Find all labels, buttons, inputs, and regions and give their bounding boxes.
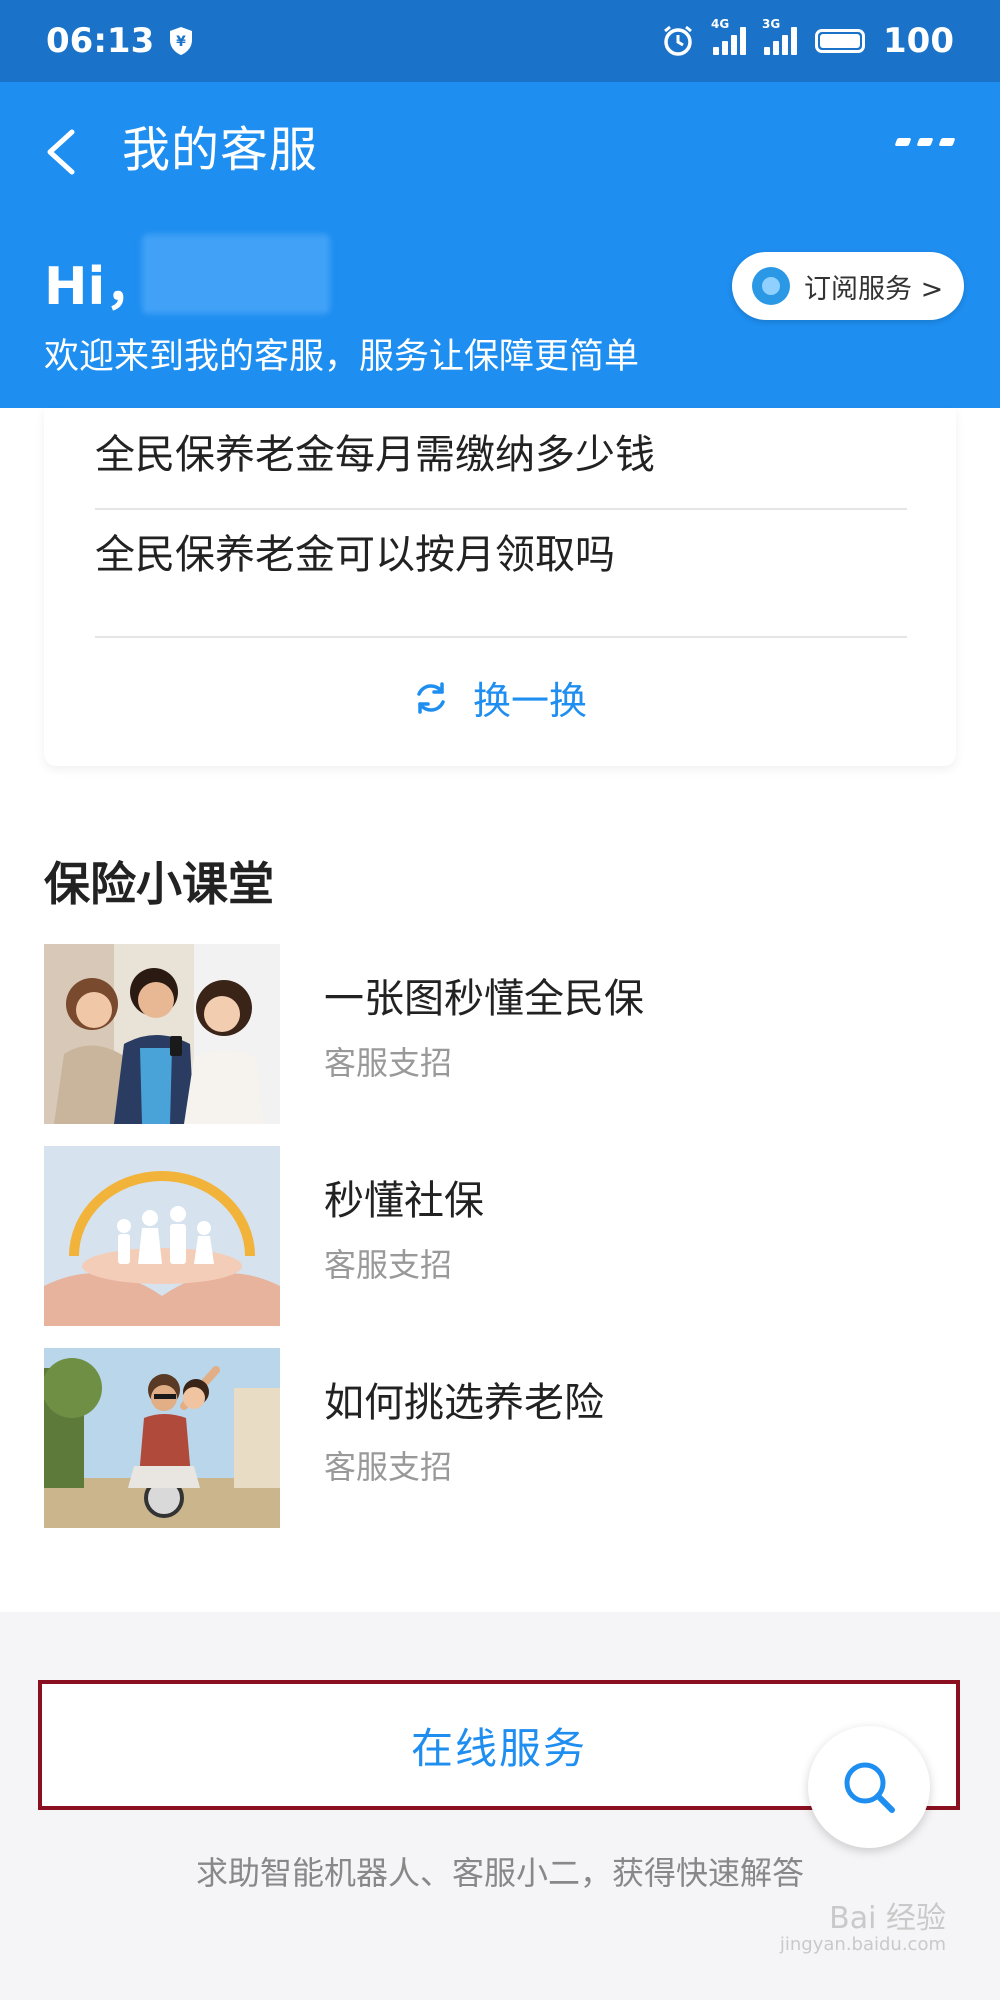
course-item[interactable]: 如何挑选养老险 客服支招 [44,1348,956,1528]
faq-item[interactable]: 全民保养老金每月需缴纳多少钱 [95,422,907,480]
svg-text:¥: ¥ [176,34,186,50]
signal-3g-icon: 3G [762,17,798,55]
hint-text: 求助智能机器人、客服小二，获得快速解答 [195,1854,804,1892]
back-arrow-icon[interactable] [40,118,84,186]
battery-level: 100 [883,21,954,61]
course-item[interactable]: 秒懂社保 客服支招 [44,1146,956,1326]
more-options-icon[interactable] [894,138,956,158]
greeting: Hi， [44,257,158,317]
refresh-label: 换一换 [472,679,587,723]
refresh-button[interactable]: 换一换 [44,670,956,725]
search-fab[interactable] [808,1726,930,1848]
course-source: 客服支招 [324,1044,453,1082]
bottom-area: 在线服务 求助智能机器人、客服小二，获得快速解答 Bai 经验 jingyan.… [0,1612,1000,2000]
course-source: 客服支招 [324,1448,453,1486]
section-title: 保险小课堂 [44,857,274,911]
course-title: 秒懂社保 [324,1178,484,1224]
faq-card: 全民保养老金每月需缴纳多少钱 全民保养老金可以按月领取吗 换一换 [44,408,956,766]
status-time: 06:13 [46,21,155,61]
username-blurred [142,234,330,314]
friends-photo-thumbnail [44,944,280,1124]
subscribe-icon [752,267,790,305]
course-title: 如何挑选养老险 [324,1380,604,1426]
signal-4g-icon: 4G [711,17,747,55]
shield-yen-icon: ¥ [170,27,193,55]
welcome-text: 欢迎来到我的客服，服务让保障更简单 [44,337,640,377]
subscribe-service-button[interactable]: 订阅服务 > [732,252,964,320]
watermark: Bai 经验 jingyan.baidu.com [779,1901,946,1955]
family-hands-photo-thumbnail [44,1146,280,1326]
battery-icon [815,29,866,53]
page-title: 我的客服 [122,122,319,178]
course-title: 一张图秒懂全民保 [324,976,644,1022]
alarm-icon [664,25,692,56]
search-icon [844,1762,895,1813]
course-item[interactable]: 一张图秒懂全民保 客服支招 [44,944,956,1124]
divider [95,508,907,510]
status-bar: 06:13 ¥ 4G 3G 100 [0,0,1000,82]
scooter-couple-photo-thumbnail [44,1348,280,1528]
subscribe-label: 订阅服务 > [804,273,944,305]
header: 我的客服 Hi， 欢迎来到我的客服，服务让保障更简单 订阅服务 > [0,82,1000,408]
refresh-icon [417,681,445,714]
course-source: 客服支招 [324,1246,453,1284]
faq-item[interactable]: 全民保养老金可以按月领取吗 [95,522,907,580]
divider [95,636,907,638]
